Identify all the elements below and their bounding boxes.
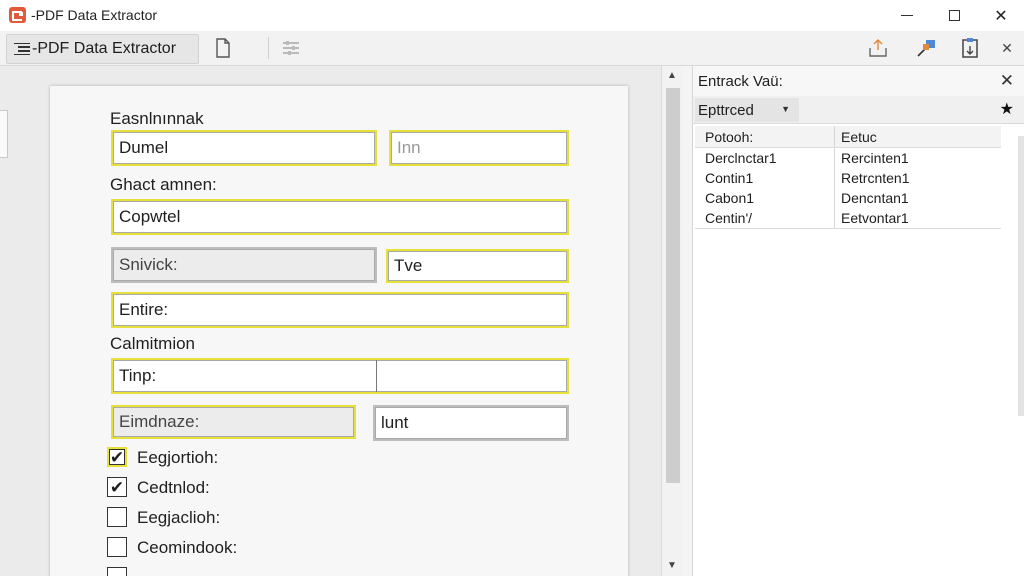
app-icon — [9, 7, 26, 23]
checkbox-4-label: Ceomindook: — [137, 538, 238, 557]
text-field-7-value: Tinp: — [119, 366, 157, 385]
extract-panel: Entrack Vaü: ✕ Epttrced ▼ ★ Potooh: Eetu… — [693, 66, 1024, 576]
section-label-3: Calmitmion — [110, 334, 196, 353]
panel-scrollbar[interactable] — [1018, 136, 1024, 416]
scroll-down-arrow-icon[interactable]: ▼ — [667, 560, 677, 571]
column-header-2[interactable]: Eetuc — [835, 129, 877, 145]
section-label-2: Ghact amnen: — [110, 175, 217, 194]
panel-splitter[interactable] — [683, 66, 693, 576]
table-header: Potooh: Eetuc — [695, 126, 1001, 148]
minimize-button[interactable] — [884, 0, 930, 31]
star-icon[interactable]: ★ — [1000, 99, 1014, 119]
panel-title: Entrack Vaü: — [698, 72, 783, 90]
text-field-1[interactable]: Dumel — [111, 130, 377, 166]
document-scrollbar[interactable]: ▲ ▼ — [661, 66, 683, 576]
dropdown-value: Epttrced — [698, 101, 754, 119]
text-field-2[interactable]: Inn — [389, 130, 569, 166]
text-field-9[interactable]: Eimdnaze: — [111, 405, 356, 439]
checkbox-4[interactable] — [107, 537, 127, 557]
table-row[interactable]: Centin'/ Eetvontar1 — [695, 208, 1001, 228]
table-cell: Dencntan1 — [841, 190, 909, 206]
text-field-7[interactable]: Tinp: — [111, 358, 569, 394]
text-field-6[interactable]: Entire: — [111, 292, 569, 328]
table-cell: Contin1 — [695, 168, 835, 188]
text-field-10[interactable]: lunt — [373, 405, 569, 441]
checkbox-3[interactable] — [107, 507, 127, 527]
scrollbar-thumb[interactable] — [666, 88, 680, 483]
text-field-2-placeholder: Inn — [397, 138, 421, 157]
chevron-down-icon: ▼ — [781, 104, 790, 114]
checkbox-1-label: Eegjortioh: — [137, 448, 219, 467]
table-row[interactable]: Cabon1 Dencntan1 — [695, 188, 1001, 208]
checkbox-3-label: Eegjaclioh: — [137, 508, 221, 527]
text-field-4[interactable]: Snivick: — [111, 247, 377, 283]
section-label-1: Easnlnınnak — [110, 109, 204, 128]
maximize-icon — [948, 10, 960, 21]
checkbox-5[interactable] — [107, 567, 127, 576]
extracted-data-table: Potooh: Eetuc Derclnctar1 Rercinten1 Con… — [695, 126, 1001, 229]
panel-toolbar: Epttrced ▼ ★ — [693, 96, 1024, 124]
text-field-3[interactable]: Copwtel — [111, 199, 569, 235]
title-bar: -PDF Data Extractor ✕ — [0, 0, 1024, 31]
text-field-5[interactable]: Tve — [386, 249, 569, 283]
checkbox-1[interactable]: ✔ — [107, 447, 127, 467]
toolbar: -PDF Data Extractor ✕ — [0, 31, 1024, 66]
document-view: Easnlnınnak Dumel Inn Ghact amnen: Copwt… — [0, 66, 661, 576]
scroll-up-arrow-icon[interactable]: ▲ — [667, 70, 677, 81]
panel-close-icon[interactable]: ✕ — [1000, 71, 1014, 91]
column-header-1[interactable]: Potooh: — [695, 126, 835, 147]
page-thumbnail-tab[interactable] — [0, 110, 8, 158]
panel-header: Entrack Vaü: — [693, 66, 1024, 96]
adjust-icon[interactable] — [280, 37, 302, 59]
table-cell: Rercinten1 — [841, 150, 909, 166]
table-cell: Derclnctar1 — [695, 148, 835, 168]
toolbar-separator — [268, 37, 269, 59]
import-icon[interactable] — [867, 37, 889, 59]
close-window-button[interactable]: ✕ — [978, 0, 1024, 31]
table-cell: Cabon1 — [695, 188, 835, 208]
document-tab-label: -PDF Data Extractor — [32, 40, 177, 57]
minimize-icon — [901, 15, 913, 16]
table-cell: Eetvontar1 — [841, 210, 909, 226]
maximize-button[interactable] — [931, 0, 977, 31]
menu-icon — [14, 42, 30, 56]
close-toolbar-button[interactable]: ✕ — [996, 37, 1018, 59]
checkbox-2-label: Cedtnlod: — [137, 478, 210, 497]
table-row[interactable]: Contin1 Retrcnten1 — [695, 168, 1001, 188]
table-row[interactable]: Derclnctar1 Rercinten1 — [695, 148, 1001, 168]
pdf-page: Easnlnınnak Dumel Inn Ghact amnen: Copwt… — [50, 86, 628, 576]
checkbox-2[interactable]: ✔ — [107, 477, 127, 497]
window-title: -PDF Data Extractor — [31, 7, 158, 23]
table-cell: Centin'/ — [695, 208, 835, 228]
document-icon[interactable] — [212, 37, 234, 59]
export-icon[interactable] — [915, 37, 937, 59]
document-tab[interactable]: -PDF Data Extractor — [6, 34, 199, 64]
extract-mode-dropdown[interactable]: Epttrced ▼ — [695, 98, 799, 122]
clipboard-icon[interactable] — [959, 37, 981, 59]
table-cell: Retrcnten1 — [841, 170, 910, 186]
